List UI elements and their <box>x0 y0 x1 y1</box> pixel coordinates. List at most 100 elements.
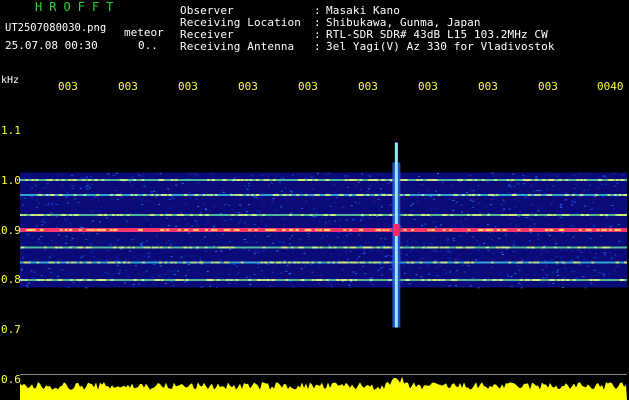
noise-speck <box>276 210 278 212</box>
noise-speck <box>291 252 294 254</box>
noise-speck <box>90 184 93 186</box>
noise-line-dot <box>25 179 29 181</box>
noise-speck <box>552 200 555 202</box>
noise-speck <box>626 244 627 246</box>
noise-speck <box>595 253 597 254</box>
noise-line <box>20 246 627 249</box>
noise-speck <box>332 191 335 193</box>
noise-speck <box>369 281 372 283</box>
noise-speck <box>571 200 574 202</box>
noise-line-dot <box>343 229 347 231</box>
noise-line-dot <box>238 214 242 216</box>
noise-speck <box>564 267 567 269</box>
noise-speck <box>617 212 620 214</box>
noise-speck <box>271 268 274 270</box>
noise-line-dot <box>533 261 537 264</box>
noise-speck <box>114 260 117 262</box>
noise-speck <box>311 216 314 218</box>
noise-line-dot <box>78 246 82 249</box>
noise-speck <box>358 203 361 205</box>
noise-line-dot <box>349 246 353 249</box>
noise-speck <box>408 283 411 285</box>
noise-speck <box>524 217 526 219</box>
noise-line-dot <box>314 179 318 181</box>
noise-speck <box>515 223 518 225</box>
freq-tick-0-6: 0.6 <box>1 373 21 386</box>
noise-speck <box>603 275 606 277</box>
noise-speck <box>272 242 275 244</box>
noise-speck <box>611 205 614 206</box>
noise-speck <box>363 252 366 254</box>
noise-speck <box>71 237 74 239</box>
noise-speck <box>161 276 164 278</box>
noise-speck <box>219 259 222 260</box>
noise-line-dot <box>160 279 164 281</box>
noise-speck <box>85 186 88 188</box>
noise-speck <box>29 260 32 262</box>
noise-line-dot <box>244 214 248 216</box>
noise-speck <box>571 271 574 273</box>
noise-speck <box>477 185 480 187</box>
noise-speck <box>167 242 170 244</box>
noise-speck <box>79 225 81 227</box>
noise-speck <box>573 201 576 203</box>
noise-speck <box>579 263 582 265</box>
noise-speck <box>333 183 336 185</box>
noise-line-dot <box>126 214 130 216</box>
noise-speck <box>348 284 351 286</box>
noise-speck <box>553 238 555 240</box>
noise-line-dot <box>124 179 128 181</box>
noise-speck <box>608 283 611 285</box>
noise-line-dot <box>406 279 410 281</box>
noise-speck <box>45 266 48 268</box>
noise-speck <box>543 245 546 247</box>
noise-speck <box>321 234 324 236</box>
noise-speck <box>363 202 366 204</box>
noise-speck <box>361 173 363 175</box>
noise-speck <box>274 176 277 178</box>
noise-speck <box>64 217 66 219</box>
noise-speck <box>601 273 604 275</box>
noise-speck <box>44 276 46 278</box>
noise-speck <box>146 219 149 221</box>
noise-speck <box>409 250 412 252</box>
noise-line-dot <box>318 229 322 231</box>
noise-speck <box>21 235 24 237</box>
noise-line-dot <box>547 214 550 216</box>
noise-line-dot <box>38 279 41 281</box>
noise-speck <box>602 196 605 198</box>
noise-speck <box>548 235 551 237</box>
noise-line-dot <box>151 246 155 249</box>
noise-speck <box>423 225 426 226</box>
noise-speck <box>215 275 217 277</box>
noise-line-dot <box>298 179 302 181</box>
noise-speck <box>261 282 264 284</box>
noise-speck <box>381 274 383 276</box>
noise-line-dot <box>511 179 515 181</box>
noise-speck <box>373 202 376 204</box>
noise-line-dot <box>332 214 336 216</box>
noise-line-dot <box>589 279 593 281</box>
noise-line-dot <box>107 261 111 264</box>
noise-speck <box>86 188 89 190</box>
noise-speck <box>421 184 424 186</box>
noise-speck <box>555 264 558 266</box>
noise-speck <box>419 271 422 273</box>
noise-line-dot <box>236 229 240 231</box>
noise-speck <box>552 283 555 284</box>
freq-unit-label: kHz <box>1 75 20 86</box>
noise-speck <box>472 226 475 228</box>
noise-line-dot <box>405 194 409 196</box>
noise-speck <box>353 219 356 221</box>
noise-line-dot <box>174 179 178 181</box>
noise-line-dot <box>597 179 601 181</box>
noise-speck <box>573 199 576 200</box>
noise-speck <box>561 217 564 219</box>
noise-line-dot <box>465 261 469 264</box>
noise-line-dot <box>553 246 557 249</box>
noise-speck <box>254 253 257 255</box>
noise-speck <box>105 259 108 261</box>
noise-line-dot <box>127 261 131 264</box>
noise-speck <box>40 275 43 277</box>
noise-line-dot <box>311 279 315 281</box>
